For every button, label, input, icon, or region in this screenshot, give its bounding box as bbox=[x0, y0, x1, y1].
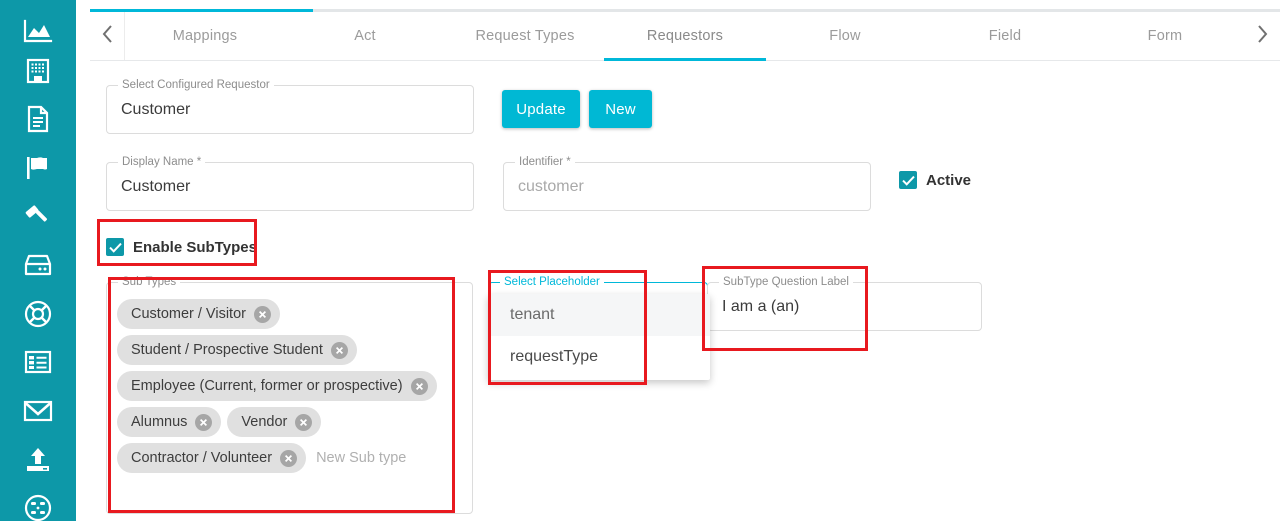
identifier-field[interactable]: Identifier * customer bbox=[503, 156, 871, 211]
update-button[interactable]: Update bbox=[502, 90, 580, 128]
document-icon bbox=[26, 105, 50, 133]
dropdown-option-requesttype[interactable]: requestType bbox=[488, 336, 710, 378]
tab-label: Field bbox=[988, 28, 1022, 44]
active-checkbox[interactable] bbox=[899, 171, 917, 189]
upload-icon bbox=[25, 447, 51, 473]
sidebar-item-documents[interactable] bbox=[0, 95, 76, 143]
tab-label: Requestors bbox=[646, 28, 724, 44]
select-configured-requestor-value: Customer bbox=[121, 100, 191, 118]
identifier-placeholder: customer bbox=[518, 177, 584, 195]
check-icon bbox=[901, 175, 915, 186]
lifebuoy-icon bbox=[24, 300, 52, 328]
sub-types-chip-list: Customer / Visitor Student / Prospective… bbox=[117, 299, 464, 473]
chip-remove-icon[interactable] bbox=[330, 341, 348, 359]
tab-scroll-next-button[interactable] bbox=[1245, 12, 1280, 60]
active-checkbox-row[interactable]: Active bbox=[899, 171, 971, 189]
sub-types-field[interactable]: Sub Types Customer / Visitor Student / P… bbox=[106, 276, 473, 514]
chip-label: Customer / Visitor bbox=[131, 306, 246, 322]
select-configured-requestor-label: Select Configured Requestor bbox=[118, 79, 274, 92]
chip-label: Contractor / Volunteer bbox=[131, 450, 273, 466]
select-placeholder-label: Select Placeholder bbox=[500, 276, 604, 289]
check-icon bbox=[108, 242, 122, 253]
tab-label: Mappings bbox=[172, 28, 238, 44]
active-checkbox-label: Active bbox=[926, 171, 972, 189]
sidebar-item-settings[interactable] bbox=[0, 484, 76, 521]
display-name-field[interactable]: Display Name * Customer bbox=[106, 156, 474, 211]
sidebar-item-inbox[interactable] bbox=[0, 241, 76, 289]
display-name-value: Customer bbox=[121, 177, 191, 195]
identifier-label: Identifier * bbox=[515, 156, 575, 169]
app-root: Mappings Act Request Types Requestors Fl… bbox=[0, 0, 1287, 521]
tab-mappings[interactable]: Mappings bbox=[125, 12, 285, 60]
new-button[interactable]: New bbox=[589, 90, 652, 128]
chip-customer-visitor[interactable]: Customer / Visitor bbox=[117, 299, 280, 329]
chip-label: Vendor bbox=[241, 414, 288, 430]
chip-contractor-volunteer[interactable]: Contractor / Volunteer bbox=[117, 443, 307, 473]
tab-form[interactable]: Form bbox=[1085, 12, 1245, 60]
sub-types-label: Sub Types bbox=[118, 276, 181, 289]
area-chart-icon bbox=[23, 19, 53, 45]
sidebar-item-organization[interactable] bbox=[0, 47, 76, 95]
chip-employee[interactable]: Employee (Current, former or prospective… bbox=[117, 371, 437, 401]
subtype-question-label-legend: SubType Question Label bbox=[719, 276, 853, 289]
envelope-icon bbox=[23, 400, 53, 422]
chip-remove-icon[interactable] bbox=[280, 449, 298, 467]
chip-student-prospective-student[interactable]: Student / Prospective Student bbox=[117, 335, 357, 365]
gavel-icon bbox=[24, 202, 52, 230]
chip-label: Employee (Current, former or prospective… bbox=[131, 378, 403, 394]
tab-label: Act bbox=[354, 28, 376, 44]
tab-label: Flow bbox=[829, 28, 861, 44]
subtype-question-label-value: I am a (an) bbox=[722, 297, 800, 315]
flag-icon bbox=[25, 155, 51, 181]
requestors-form: Select Configured Requestor Customer Upd… bbox=[76, 61, 1287, 521]
subtype-question-label-field[interactable]: SubType Question Label I am a (an) bbox=[707, 276, 982, 331]
enable-subtypes-checkbox-row[interactable]: Enable SubTypes bbox=[106, 238, 257, 256]
tab-scroll-prev-button[interactable] bbox=[90, 12, 125, 60]
chip-remove-icon[interactable] bbox=[195, 413, 213, 431]
tab-bar: Mappings Act Request Types Requestors Fl… bbox=[90, 12, 1280, 61]
dropdown-option-tenant[interactable]: tenant bbox=[488, 294, 710, 336]
dropdown-option-label: requestType bbox=[510, 348, 599, 365]
chip-remove-icon[interactable] bbox=[253, 305, 271, 323]
chip-remove-icon[interactable] bbox=[410, 377, 428, 395]
chip-label: Alumnus bbox=[131, 414, 188, 430]
enable-subtypes-checkbox[interactable] bbox=[106, 238, 124, 256]
sidebar-item-mail[interactable] bbox=[0, 387, 76, 435]
tab-requestors[interactable]: Requestors bbox=[605, 12, 765, 60]
inbox-tray-icon bbox=[24, 253, 52, 277]
chevron-right-icon bbox=[1257, 24, 1268, 48]
tabs-scroll-container: Mappings Act Request Types Requestors Fl… bbox=[125, 12, 1245, 60]
tab-field[interactable]: Field bbox=[925, 12, 1085, 60]
tab-act[interactable]: Act bbox=[285, 12, 445, 60]
left-sidebar bbox=[0, 0, 76, 521]
settings-disc-icon bbox=[24, 494, 52, 521]
list-table-icon bbox=[24, 350, 52, 374]
chip-vendor[interactable]: Vendor bbox=[227, 407, 322, 437]
dropdown-option-label: tenant bbox=[510, 306, 555, 323]
sidebar-item-flags[interactable] bbox=[0, 144, 76, 192]
tab-flow[interactable]: Flow bbox=[765, 12, 925, 60]
tab-label: Request Types bbox=[475, 28, 575, 44]
enable-subtypes-checkbox-label: Enable SubTypes bbox=[133, 238, 257, 256]
tab-label: Form bbox=[1147, 28, 1183, 44]
sidebar-item-legal[interactable] bbox=[0, 192, 76, 240]
tab-request-types[interactable]: Request Types bbox=[445, 12, 605, 60]
building-icon bbox=[26, 58, 50, 84]
sidebar-item-support[interactable] bbox=[0, 290, 76, 338]
chip-label: Student / Prospective Student bbox=[131, 342, 323, 358]
chip-alumnus[interactable]: Alumnus bbox=[117, 407, 222, 437]
sidebar-item-records[interactable] bbox=[0, 338, 76, 386]
display-name-label: Display Name * bbox=[118, 156, 206, 169]
select-placeholder-dropdown-panel[interactable]: tenant requestType bbox=[488, 294, 710, 380]
chip-remove-icon[interactable] bbox=[295, 413, 313, 431]
new-sub-type-input[interactable]: New Sub type bbox=[312, 443, 406, 473]
sidebar-item-upload[interactable] bbox=[0, 436, 76, 484]
select-configured-requestor-field[interactable]: Select Configured Requestor Customer bbox=[106, 79, 474, 134]
chevron-left-icon bbox=[102, 24, 113, 48]
